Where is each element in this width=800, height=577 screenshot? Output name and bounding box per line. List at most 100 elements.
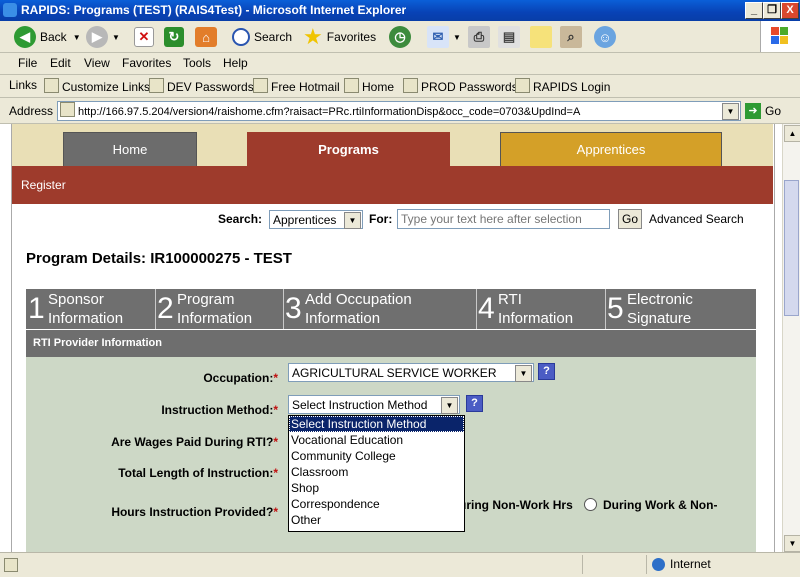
- menu-favorites[interactable]: Favorites: [122, 56, 171, 70]
- link-dev-passwords[interactable]: DEV Passwords: [149, 78, 254, 94]
- menu-file[interactable]: File: [18, 56, 37, 70]
- standard-toolbar: ◀ Back ▼ ▶ ▼ ✕ ↻ ⌂ Search ★ Favorites ◷ …: [0, 21, 800, 53]
- back-button[interactable]: ◀ Back ▼: [14, 26, 81, 48]
- status-bar: Internet: [0, 552, 800, 577]
- maximize-button[interactable]: ❐: [763, 2, 781, 19]
- stop-icon: ✕: [134, 27, 154, 47]
- minimize-button[interactable]: _: [745, 2, 763, 19]
- refresh-button[interactable]: ↻: [164, 26, 188, 48]
- forward-button[interactable]: ▶ ▼: [86, 26, 120, 48]
- hours-provided-label: Hours Instruction Provided?*: [111, 505, 278, 519]
- register-link[interactable]: Register: [21, 178, 66, 192]
- window-title: RAPIDS: Programs (TEST) (RAIS4Test) - Mi…: [21, 3, 407, 17]
- links-label: Links: [9, 78, 38, 92]
- dropdown-option[interactable]: Vocational Education: [289, 432, 464, 448]
- step-electronic-signature[interactable]: 5 Electronic Signature: [605, 289, 756, 329]
- page-icon: [515, 78, 530, 93]
- window-title-bar: RAPIDS: Programs (TEST) (RAIS4Test) - Mi…: [0, 0, 800, 21]
- print-icon: ⎙: [468, 26, 490, 48]
- instruction-method-dropdown: Select Instruction Method Vocational Edu…: [288, 415, 465, 532]
- total-length-label: Total Length of Instruction:*: [118, 466, 278, 480]
- step-add-occupation-information[interactable]: 3 Add Occupation Information: [283, 289, 477, 329]
- link-customize-links[interactable]: Customize Links: [44, 78, 150, 94]
- mail-button[interactable]: ✉ ▼: [427, 26, 461, 48]
- discuss-icon: [530, 26, 552, 48]
- forward-arrow-icon: ▶: [86, 26, 108, 48]
- step-program-information[interactable]: 2 Program Information: [155, 289, 284, 329]
- address-label: Address: [9, 104, 54, 118]
- link-free-hotmail[interactable]: Free Hotmail: [253, 78, 340, 94]
- section-header: RTI Provider Information: [26, 330, 756, 357]
- vertical-scrollbar[interactable]: ▲ ▼: [782, 124, 800, 552]
- instruction-method-select[interactable]: Select Instruction Method ▼: [288, 395, 460, 414]
- links-bar: Links Customize Links DEV Passwords Free…: [0, 75, 800, 98]
- menu-edit[interactable]: Edit: [50, 56, 71, 70]
- dropdown-option[interactable]: Community College: [289, 448, 464, 464]
- occupation-label: Occupation:*: [203, 371, 278, 385]
- print-button[interactable]: ⎙: [468, 26, 494, 48]
- favorites-button[interactable]: ★ Favorites: [303, 24, 376, 49]
- link-rapids-login[interactable]: RAPIDS Login: [515, 78, 610, 94]
- chevron-down-icon[interactable]: ▼: [112, 33, 120, 42]
- step-rti-information[interactable]: 4 RTI Information: [476, 289, 606, 329]
- scrollbar-thumb[interactable]: [784, 180, 799, 316]
- close-button[interactable]: X: [781, 2, 799, 19]
- page-title: Program Details: IR100000275 - TEST: [26, 250, 292, 267]
- windows-logo-icon: [760, 21, 800, 52]
- edit-button[interactable]: ▤: [498, 26, 524, 48]
- search-input[interactable]: [397, 209, 610, 229]
- link-prod-passwords[interactable]: PROD Passwords: [403, 78, 518, 94]
- search-button[interactable]: Search: [232, 26, 292, 48]
- hours-option-work-label: During Work & Non-: [603, 498, 718, 512]
- menu-tools[interactable]: Tools: [183, 56, 211, 70]
- history-icon: ◷: [389, 26, 411, 48]
- chevron-down-icon[interactable]: ▼: [722, 103, 739, 120]
- search-category-select[interactable]: Apprentices ▼: [269, 210, 363, 229]
- advanced-search-link[interactable]: Advanced Search: [649, 212, 744, 226]
- internet-globe-icon: [652, 558, 665, 571]
- page-icon: [60, 102, 75, 117]
- dropdown-option[interactable]: Shop: [289, 480, 464, 496]
- tab-programs[interactable]: Programs: [247, 132, 450, 167]
- refresh-icon: ↻: [164, 27, 184, 47]
- ie-icon: [3, 3, 17, 17]
- page-icon: [344, 78, 359, 93]
- occupation-select[interactable]: AGRICULTURAL SERVICE WORKER ▼: [288, 363, 534, 382]
- research-button[interactable]: ⌕: [560, 26, 586, 48]
- page-icon: [403, 78, 418, 93]
- home-button[interactable]: ⌂: [195, 26, 221, 48]
- link-home[interactable]: Home: [344, 78, 394, 94]
- stop-button[interactable]: ✕: [134, 26, 158, 48]
- occupation-help-icon[interactable]: ?: [538, 363, 555, 380]
- dropdown-option[interactable]: Correspondence: [289, 496, 464, 512]
- scroll-up-arrow-icon[interactable]: ▲: [784, 125, 800, 142]
- back-arrow-icon: ◀: [14, 26, 36, 48]
- go-arrow-icon: ➜: [745, 103, 761, 119]
- hours-option-non-work-label: uring Non-Work Hrs: [459, 498, 573, 512]
- hours-option-work-radio[interactable]: [584, 498, 597, 511]
- dropdown-option[interactable]: Select Instruction Method: [289, 416, 464, 432]
- dropdown-option[interactable]: Classroom: [289, 464, 464, 480]
- step-sponsor-information[interactable]: 1 Sponsor Information: [26, 289, 156, 329]
- scroll-down-arrow-icon[interactable]: ▼: [784, 535, 800, 552]
- menu-help[interactable]: Help: [223, 56, 248, 70]
- address-input[interactable]: http://166.97.5.204/version4/raishome.cf…: [57, 101, 741, 121]
- tab-home[interactable]: Home: [63, 132, 197, 167]
- tab-apprentices[interactable]: Apprentices: [500, 132, 722, 167]
- instruction-method-help-icon[interactable]: ?: [466, 395, 483, 412]
- search-go-button[interactable]: Go: [618, 209, 642, 229]
- search-label: Search:: [218, 212, 263, 226]
- mail-icon: ✉: [427, 26, 449, 48]
- messenger-button[interactable]: ☺: [594, 26, 620, 48]
- go-button[interactable]: ➜ Go: [745, 102, 781, 120]
- discuss-button[interactable]: [530, 26, 556, 48]
- menu-view[interactable]: View: [84, 56, 110, 70]
- chevron-down-icon[interactable]: ▼: [73, 33, 81, 42]
- address-bar: Address http://166.97.5.204/version4/rai…: [0, 98, 800, 124]
- history-button[interactable]: ◷: [389, 26, 415, 48]
- dropdown-option[interactable]: Other: [289, 512, 464, 528]
- page-icon: [253, 78, 268, 93]
- chevron-down-icon: ▼: [515, 365, 532, 382]
- wages-paid-label: Are Wages Paid During RTI?*: [111, 435, 278, 449]
- chevron-down-icon[interactable]: ▼: [453, 33, 461, 42]
